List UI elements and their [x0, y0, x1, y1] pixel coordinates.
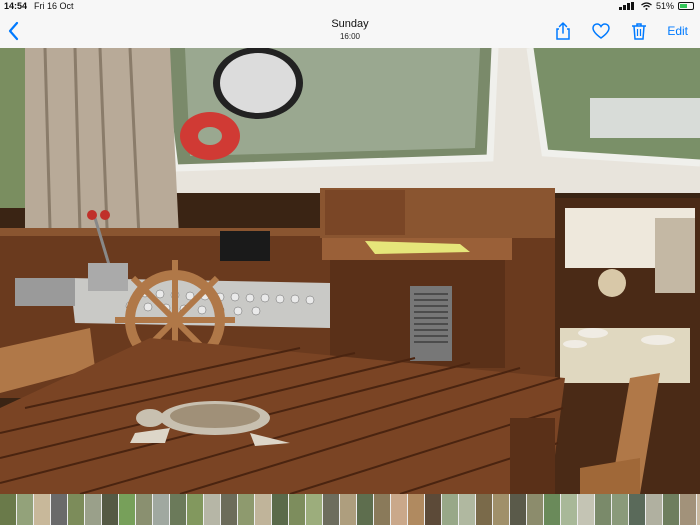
battery-percent: 51% [655, 1, 674, 11]
photo-thumbnail[interactable] [238, 494, 254, 525]
share-icon[interactable] [553, 21, 573, 41]
photo-thumbnail[interactable] [306, 494, 322, 525]
porthole-clock [598, 269, 626, 297]
photo-thumbnail[interactable] [136, 494, 152, 525]
photo-nav-bar: Sunday 16:00 Edit [0, 14, 700, 48]
photo-thumbnail[interactable] [544, 494, 560, 525]
photo-thumbnail[interactable] [646, 494, 662, 525]
boat-cabin-photo [0, 48, 700, 494]
photo-thumbnail[interactable] [187, 494, 203, 525]
photo-thumbnail[interactable] [17, 494, 33, 525]
status-right: 51% [618, 1, 694, 11]
photo-thumbnail[interactable] [561, 494, 577, 525]
photo-thumbnail[interactable] [323, 494, 339, 525]
photo-thumbnail[interactable] [204, 494, 220, 525]
photo-thumbnail[interactable] [34, 494, 50, 525]
photo-thumbnail[interactable] [255, 494, 271, 525]
nav-toolbar: Edit [553, 21, 688, 41]
photo-thumbnail[interactable] [340, 494, 356, 525]
edit-button[interactable]: Edit [667, 24, 688, 38]
photo-thumbnail[interactable] [0, 494, 16, 525]
photo-thumbnail[interactable] [51, 494, 67, 525]
photo-thumbnail[interactable] [595, 494, 611, 525]
throttle-unit [88, 263, 128, 291]
photo-thumbnail[interactable] [510, 494, 526, 525]
storage-box [325, 190, 405, 235]
photo-thumbnail[interactable] [629, 494, 645, 525]
photo-thumbnail[interactable] [119, 494, 135, 525]
radio-unit [15, 278, 75, 306]
photo-thumbnail[interactable] [102, 494, 118, 525]
dining-table [560, 328, 690, 383]
thumbnail-strip[interactable] [0, 494, 700, 525]
wifi-icon [641, 2, 652, 10]
heart-icon[interactable] [591, 21, 611, 41]
photo-thumbnail[interactable] [578, 494, 594, 525]
status-time: 14:54 [4, 1, 28, 11]
photo-thumbnail[interactable] [85, 494, 101, 525]
photo-thumbnail[interactable] [680, 494, 696, 525]
photo-thumbnail[interactable] [442, 494, 458, 525]
photo-thumbnail[interactable] [272, 494, 288, 525]
photo-thumbnail[interactable] [527, 494, 543, 525]
photo-viewer[interactable] [0, 48, 700, 494]
photo-thumbnail[interactable] [425, 494, 441, 525]
photo-thumbnail[interactable] [493, 494, 509, 525]
photo-thumbnail[interactable] [221, 494, 237, 525]
photo-thumbnail[interactable] [170, 494, 186, 525]
photo-thumbnail[interactable] [459, 494, 475, 525]
photo-thumbnail[interactable] [153, 494, 169, 525]
signal-icon [618, 2, 634, 10]
status-date: Fri 16 Oct [34, 1, 74, 11]
photo-thumbnail[interactable] [612, 494, 628, 525]
photo-thumbnail[interactable] [408, 494, 424, 525]
photo-thumbnail[interactable] [68, 494, 84, 525]
photo-thumbnail[interactable] [391, 494, 407, 525]
photo-thumbnail[interactable] [374, 494, 390, 525]
photo-thumbnail[interactable] [289, 494, 305, 525]
instrument-plaque [220, 231, 270, 261]
battery-icon [678, 2, 694, 10]
status-bar: 14:54 Fri 16 Oct 51% [0, 0, 700, 14]
photo-thumbnail[interactable] [663, 494, 679, 525]
photo-thumbnail[interactable] [357, 494, 373, 525]
photo-thumbnail[interactable] [476, 494, 492, 525]
trash-icon[interactable] [629, 21, 649, 41]
